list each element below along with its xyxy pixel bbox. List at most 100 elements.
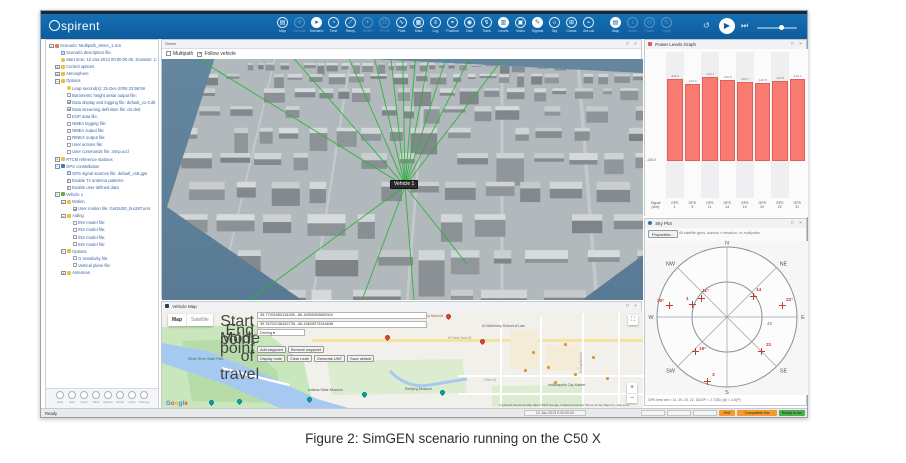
time-slider[interactable] [757,27,797,29]
tree-item[interactable]: Barometric height aerial output file: [47,92,157,99]
tree-expander[interactable]: + [61,271,66,276]
tree-item[interactable]: ✔Data display and logging file: default_… [47,99,157,106]
tree-item[interactable]: INS model file: [47,226,157,233]
tree-item[interactable]: Scenario description file: [47,49,157,56]
tree-item[interactable]: INS model file: [47,234,157,241]
tree-item[interactable]: INS model file: [47,241,157,248]
toolbar-data-button[interactable]: ▦Data [410,17,427,33]
tree-item[interactable]: +Atmosphere [47,70,157,77]
tree-item[interactable]: ✔User motion file: Get3US0_bru28T.umt [47,205,157,212]
sky-window-buttons[interactable]: □ × [791,219,804,228]
scene-window-buttons[interactable]: □ × [626,40,639,49]
tree-tool-change-button[interactable]: Change [138,391,150,404]
generate-umt-button[interactable]: Generate UMT [314,355,345,362]
tree-expander[interactable]: − [49,44,54,49]
map-poi-dot[interactable] [574,373,577,376]
tree-item[interactable]: TEnable Tx antenna patterns [47,177,157,184]
toolbar-signals-button[interactable]: ✎Signals [529,17,546,33]
tree-item[interactable]: −Options [47,248,157,255]
map-poi-dot[interactable] [606,377,609,380]
follow-vehicle-checkbox[interactable]: ✓ [197,52,202,57]
play-button[interactable]: ▶ [719,18,735,34]
map-type-map-button[interactable]: Map [168,314,186,326]
tree-item[interactable]: +Control options [47,63,157,70]
multipath-checkbox[interactable] [166,51,171,56]
toolbar-chans-button[interactable]: ⊞Chans [563,17,580,33]
tree-item[interactable]: User actions file: [47,141,157,148]
map-poi-dot[interactable] [592,356,595,359]
power-window-buttons[interactable]: □ × [791,40,804,49]
tree-item[interactable]: TEnable user defined data [47,184,157,191]
toolbar-map-button[interactable]: ▤Map [274,17,291,33]
tree-expander[interactable]: − [55,164,60,169]
tree-item[interactable]: Leap second(s): 31-Dec-2006 23:59:59 [47,85,157,92]
toolbar-log-button[interactable]: ≡Log [427,17,444,33]
tree-item[interactable]: Vertical plane file: [47,262,157,269]
toolbar-map-button[interactable]: ▤Map [607,17,624,33]
scene-3d-viewport[interactable]: Vehicle 1 [162,59,643,300]
toolbar-position-button[interactable]: ⌖Position [444,17,461,33]
toolbar-ant-cal-button[interactable]: ⌁Ant cal [580,17,597,33]
map-type-satellite-button[interactable]: Satellite [186,314,213,326]
tree-tool-open-button[interactable]: Open [78,391,90,404]
slider-knob[interactable] [779,25,784,30]
tree-expander[interactable]: + [55,65,60,70]
map-poi-dot[interactable] [554,381,557,384]
rewind-button[interactable]: ↺ [703,21,710,30]
tree-expander[interactable]: − [61,249,66,254]
tree-tool-action-button[interactable]: Action [114,391,126,404]
fast-forward-button[interactable]: ⏭ [741,21,748,31]
toolbar-scenario-button[interactable]: ➤Scenario [308,17,325,33]
zoom-in-button[interactable]: + [627,383,637,394]
tree-item[interactable]: RINEX output file: [47,134,157,141]
tree-item[interactable]: INS model file: [47,219,157,226]
tree-item[interactable]: G sensitivity file: [47,255,157,262]
toolbar-ramp-button[interactable]: ⟋Ramp [342,17,359,33]
start-point-input[interactable] [257,312,427,319]
tree-item[interactable]: EOP data file: [47,113,157,120]
map-fullscreen-button[interactable]: ⛶ [628,315,638,325]
map-poi-dot[interactable] [547,366,550,369]
toolbar-video-button[interactable]: ▣Video [512,17,529,33]
tree-tool-edit-button[interactable]: Edit [66,391,78,404]
tree-item[interactable]: Start time: 12-Jan-2013 00:00:00.00, Dur… [47,56,157,63]
map-poi-dot[interactable] [564,343,567,346]
tree-item[interactable]: −Scenario: Multipath_demo_1.scn [47,42,157,49]
map-window-buttons[interactable]: □ × [626,302,639,311]
save-default-button[interactable]: Save default [347,355,374,362]
map-poi-dot[interactable] [524,369,527,372]
tree-item[interactable]: ✔Data streaming definition file: cls.dsd [47,106,157,113]
properties-button[interactable]: Properties... [648,230,678,238]
tree-item[interactable]: −Vehicle 1 [47,191,157,198]
google-map[interactable]: MapSatellite White River State ParkIndia… [162,311,643,409]
tree-expander[interactable]: + [55,72,60,77]
tree-item[interactable]: NMEA logging file: [47,120,157,127]
toolbar-time-button[interactable]: ◔Time [325,17,342,33]
tree-item[interactable]: User commands file: 34np.ucd [47,148,157,155]
clear-route-button[interactable]: Clear route [287,355,312,362]
end-point-input[interactable] [257,321,427,328]
display-route-button[interactable]: Display route [257,355,285,362]
tree-tool-report-button[interactable]: Report [102,391,114,404]
tree-tool-new-button[interactable]: New [54,391,66,404]
tree-expander[interactable]: − [55,192,60,197]
map-poi-dot[interactable] [532,351,535,354]
toolbar-sky-button[interactable]: ☼Sky [546,17,563,33]
tree-expander[interactable]: + [55,157,60,162]
tree-item[interactable]: −Aiding [47,212,157,219]
tree-item[interactable]: −Motion [47,198,157,205]
tree-item[interactable]: +RTCM reference stations [47,156,157,163]
tree-item[interactable]: −Options [47,77,157,84]
tree-item[interactable]: −GPS constellation [47,163,157,170]
tree-expander[interactable]: − [55,79,60,84]
tree-tool-save-button[interactable]: Save [90,391,102,404]
tree-expander[interactable]: − [61,200,66,205]
toolbar-plots-button[interactable]: ∿Plots [393,17,410,33]
tree-tool-undo-button[interactable]: Undo [126,391,138,404]
tree-expander[interactable]: − [61,214,66,219]
tree-item[interactable]: GPS signal sources file: default_v18.gps [47,170,157,177]
mode-of-travel-select[interactable]: Driving ▾ [257,329,305,336]
toolbar-disk-button[interactable]: ◉Disk [461,17,478,33]
tree-item[interactable]: +Antennas [47,269,157,276]
toolbar-levels-button[interactable]: ▥Levels [495,17,512,33]
